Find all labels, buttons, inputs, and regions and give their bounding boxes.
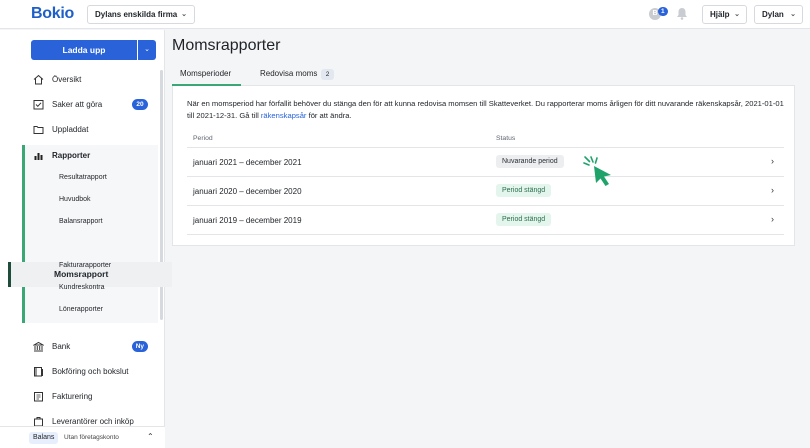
balance-pill: Balans: [29, 432, 59, 444]
tab-redovisa-moms[interactable]: Redovisa moms: [260, 69, 317, 78]
reports-group-indicator: [22, 145, 25, 323]
page-title: Momsrapporter: [172, 37, 281, 54]
period-label: januari 2019 – december 2019: [193, 216, 302, 225]
top-bar: Bokio Dylans enskilda firma ⌄ B 1 Hjälp …: [0, 0, 810, 29]
sidebar-item-rapporter[interactable]: Rapporter: [22, 144, 158, 168]
click-cursor-icon: [583, 156, 611, 186]
table-row[interactable]: januari 2020 – december 2020 Period stän…: [187, 177, 784, 206]
user-menu-button[interactable]: Dylan ⌄: [754, 5, 803, 24]
sidebar-item-oversikt[interactable]: Översikt: [22, 68, 158, 92]
sidebar-subitem-kundreskontra[interactable]: Kundreskontra: [59, 284, 105, 291]
intro-text: När en momsperiod har förfallit behöver …: [187, 98, 787, 121]
notification-count-badge: 1: [658, 7, 668, 16]
sidebar-item-uppladdat[interactable]: Uppladdat: [22, 118, 158, 142]
sidebar-subitem-lonerapporter[interactable]: Lönerapporter: [59, 306, 103, 313]
chevron-down-icon: ⌄: [144, 46, 150, 53]
table-row[interactable]: januari 2021 – december 2021 Nuvarande p…: [187, 148, 784, 177]
chevron-right-icon: ›: [771, 214, 774, 224]
sidebar-subitem-fakturarapporter[interactable]: Fakturarapporter: [59, 262, 111, 269]
book-icon: [34, 367, 43, 377]
sidebar-item-bokforing[interactable]: Bokföring och bokslut: [22, 360, 158, 384]
home-icon: [33, 74, 44, 85]
sidebar-item-bank[interactable]: Bank Ny: [22, 335, 158, 359]
vat-periods-card: När en momsperiod har förfallit behöver …: [172, 86, 795, 246]
sidebar-item-label: Bank: [52, 342, 71, 351]
balance-bar[interactable]: Balans Utan företagskonto ⌃: [0, 426, 165, 448]
sidebar-subitem-balansrapport[interactable]: Balansrapport: [59, 218, 103, 225]
sidebar-item-label: Uppladdat: [52, 125, 89, 134]
column-header-status: Status: [496, 135, 516, 142]
chart-icon: [34, 153, 43, 160]
tab-bar: Momsperioder Redovisa moms 2: [172, 66, 795, 86]
chevron-right-icon: ›: [771, 185, 774, 195]
new-badge: Ny: [131, 341, 148, 352]
sidebar-item-fakturering[interactable]: Fakturering: [22, 385, 158, 409]
chevron-down-icon: ⌄: [181, 11, 187, 18]
status-badge: Nuvarande period: [496, 155, 564, 168]
period-label: januari 2021 – december 2021: [193, 158, 302, 167]
sidebar-subitem-resultatrapport[interactable]: Resultatrapport: [59, 174, 107, 181]
table-row[interactable]: januari 2019 – december 2019 Period stän…: [187, 206, 784, 235]
upload-options-button[interactable]: ⌄: [137, 40, 156, 60]
bank-icon: [33, 341, 44, 352]
sidebar-item-label: Översikt: [52, 75, 82, 84]
help-menu-button[interactable]: Hjälp ⌄: [702, 5, 747, 24]
company-name: Dylans enskilda firma: [95, 10, 178, 19]
bokio-logo[interactable]: Bokio: [31, 5, 74, 23]
sidebar-subitem-huvudbok[interactable]: Huvudbok: [59, 196, 91, 203]
sidebar-item-label: Rapporter: [52, 151, 91, 160]
sidebar-subitem-label: Momsrapport: [54, 269, 109, 279]
chevron-down-icon: ⌄: [790, 11, 796, 18]
sidebar-item-label: Bokföring och bokslut: [52, 367, 129, 376]
upload-button[interactable]: Ladda upp: [31, 40, 137, 60]
chevron-down-icon: ⌄: [734, 11, 740, 18]
todo-count-badge: 20: [132, 99, 148, 110]
invoice-icon: [34, 392, 43, 402]
status-badge: Period stängd: [496, 213, 552, 226]
bell-icon[interactable]: [676, 7, 688, 20]
help-label: Hjälp: [710, 10, 730, 19]
company-selector[interactable]: Dylans enskilda firma ⌄: [87, 5, 195, 24]
tab-momsperioder[interactable]: Momsperioder: [180, 69, 231, 78]
fiscal-year-link[interactable]: räkenskapsår: [261, 111, 307, 120]
status-badge: Period stängd: [496, 184, 552, 197]
sidebar-item-label: Fakturering: [52, 392, 93, 401]
todo-icon: [33, 100, 44, 110]
balance-subtext: Utan företagskonto: [64, 434, 119, 441]
reports-group: [25, 145, 158, 323]
chevron-up-icon[interactable]: ⌃: [147, 432, 154, 441]
chevron-right-icon: ›: [771, 156, 774, 166]
folder-icon: [33, 126, 44, 134]
sidebar-item-label: Saker att göra: [52, 100, 103, 109]
period-label: januari 2020 – december 2020: [193, 187, 302, 196]
intro-tail: för att ändra.: [306, 110, 352, 120]
sidebar: Ladda upp ⌄ Översikt Saker att göra 20 U…: [0, 30, 172, 448]
user-name-label: Dylan: [762, 10, 784, 19]
sidebar-item-saker-att-gora[interactable]: Saker att göra 20: [22, 93, 158, 117]
sidebar-item-label: Leverantörer och inköp: [52, 417, 134, 426]
column-header-period: Period: [193, 135, 213, 142]
tab-count-badge: 2: [321, 69, 334, 80]
